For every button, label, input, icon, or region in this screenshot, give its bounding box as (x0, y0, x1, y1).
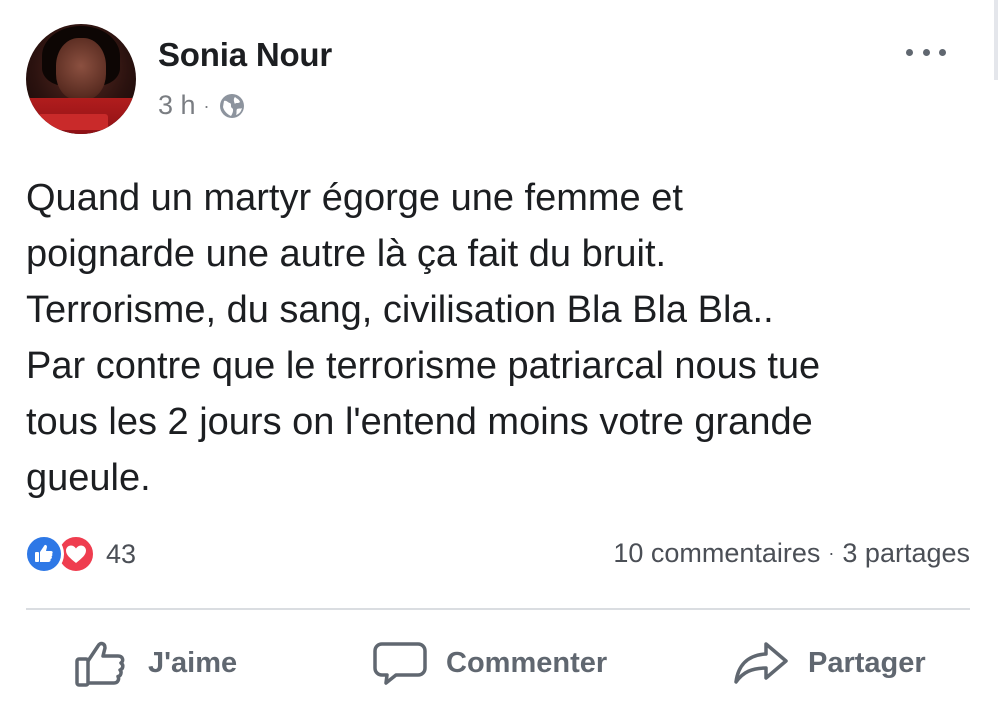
comment-bubble-icon (372, 638, 428, 688)
action-bar: J'aime Commenter Partager (0, 630, 998, 700)
like-button[interactable]: J'aime (74, 638, 237, 688)
comment-button-label: Commenter (446, 646, 608, 679)
engagement-stats: 10 commentaires · 3 partages (613, 538, 970, 569)
globe-icon[interactable] (218, 92, 246, 120)
more-options-icon[interactable] (906, 40, 946, 64)
post-meta: 3 h · (158, 90, 246, 121)
reaction-count: 43 (106, 538, 137, 569)
post-body-line: gueule. (26, 457, 151, 499)
post-body: Quand un martyr égorge une femme et poig… (26, 170, 976, 506)
author-name[interactable]: Sonia Nour (158, 36, 332, 74)
meta-separator: · (203, 95, 210, 116)
post-body-line: Par contre que le terrorisme patriarcal … (26, 345, 821, 387)
post-body-line: tous les 2 jours on l'entend moins votre… (26, 401, 813, 443)
comment-button[interactable]: Commenter (372, 638, 607, 688)
like-reaction-icon (24, 534, 64, 574)
thumbs-up-icon (74, 638, 130, 688)
share-button[interactable]: Partager (732, 638, 926, 688)
shares-count-link[interactable]: 3 partages (842, 538, 970, 569)
post-body-line: Terrorisme, du sang, civilisation Bla Bl… (26, 289, 774, 331)
share-button-label: Partager (808, 646, 926, 679)
like-button-label: J'aime (148, 646, 238, 679)
post-time[interactable]: 3 h (158, 90, 196, 121)
reactions-summary[interactable]: 43 (24, 534, 136, 574)
avatar[interactable] (26, 24, 136, 134)
divider (26, 608, 970, 610)
comments-count-link[interactable]: 10 commentaires (613, 538, 820, 569)
stats-separator: · (828, 543, 835, 563)
share-arrow-icon (732, 638, 790, 688)
post-body-line: Quand un martyr égorge une femme et (26, 177, 683, 219)
scroll-edge (994, 0, 998, 80)
facebook-post: Sonia Nour 3 h · Quand un martyr égorge … (0, 0, 998, 708)
post-body-line: poignarde une autre là ça fait du bruit. (26, 233, 667, 275)
